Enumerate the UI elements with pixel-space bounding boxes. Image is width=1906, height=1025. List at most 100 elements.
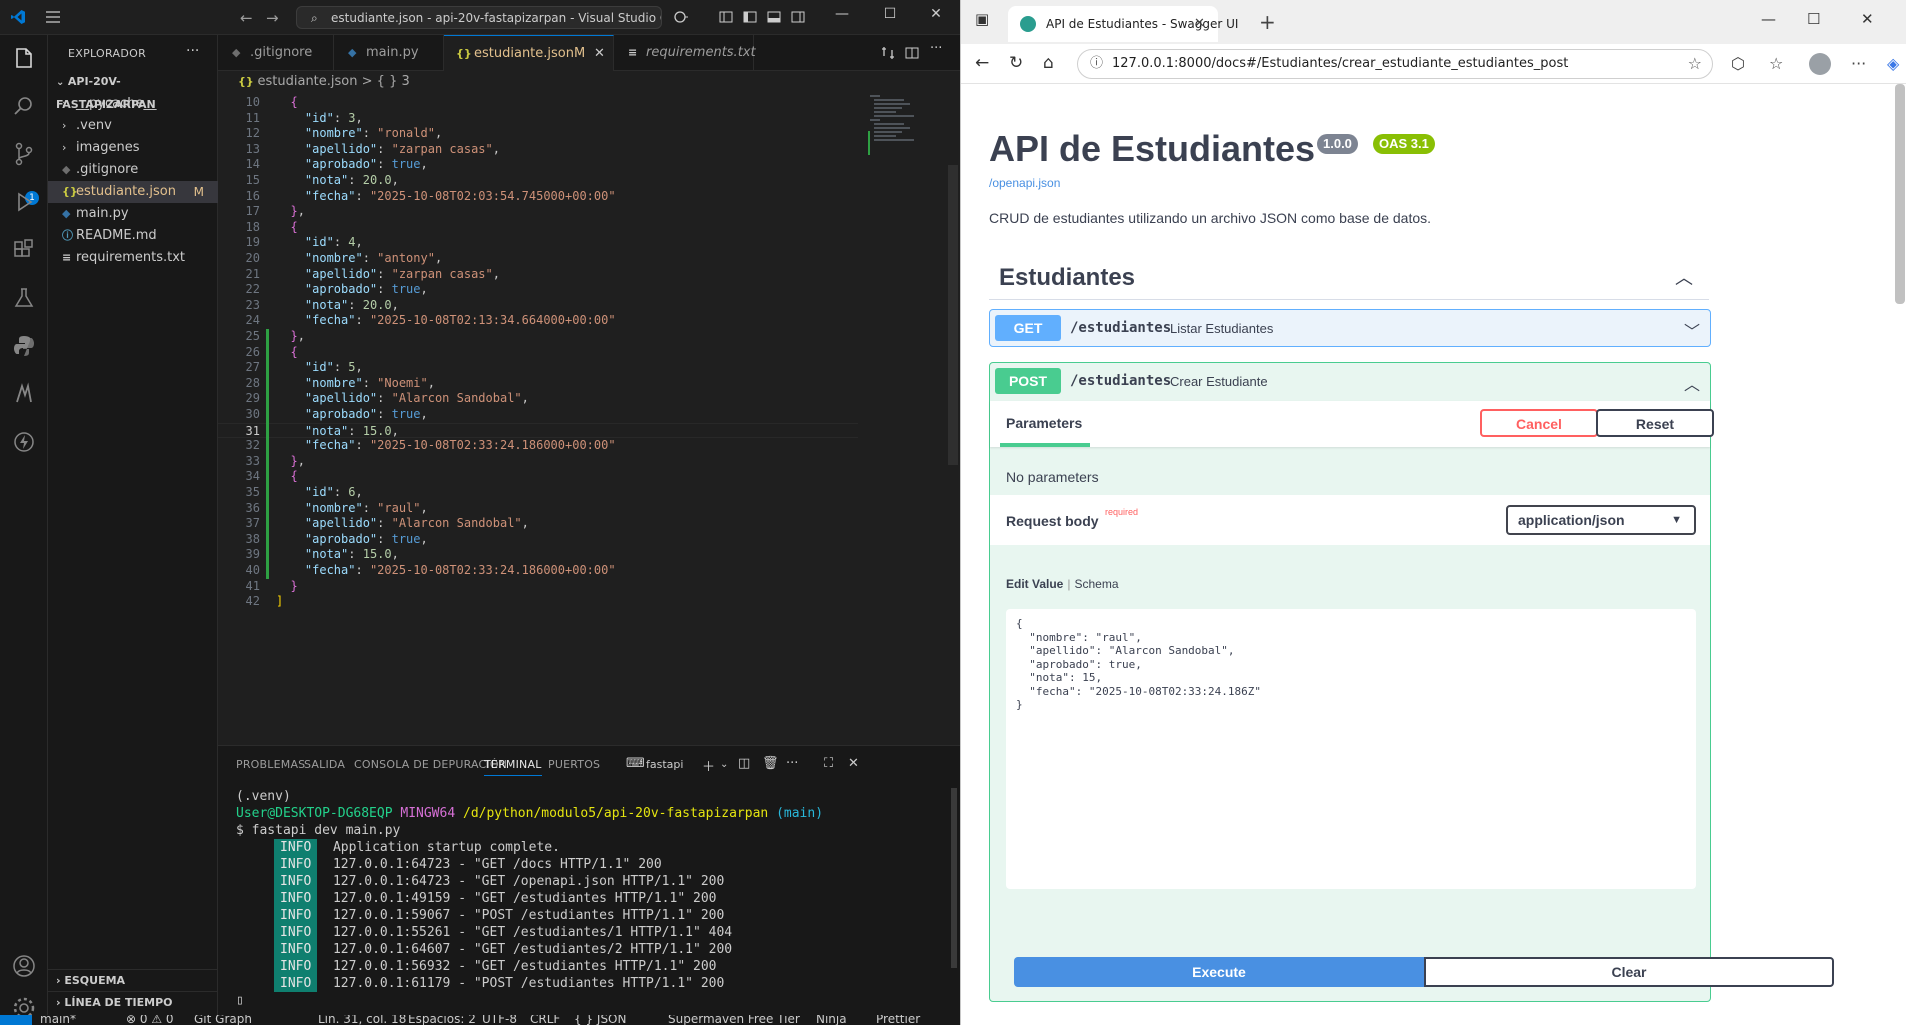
editor-scrollbar[interactable] <box>948 165 958 465</box>
clear-button[interactable]: Clear <box>1424 957 1834 987</box>
code-line[interactable]: 31 "nota": 15.0, <box>218 422 858 439</box>
command-center-search[interactable]: ⌕ estudiante.json - api-20v-fastapizarpa… <box>296 6 662 29</box>
tab-output[interactable]: SALIDA <box>304 758 345 771</box>
toggle-panel-icon[interactable] <box>766 9 782 25</box>
code-line[interactable]: 41 } <box>218 579 858 595</box>
status-prettier[interactable]: Prettier <box>876 1015 920 1025</box>
tab-actions-icon[interactable]: ▣ <box>975 10 989 28</box>
chevron-up-icon[interactable]: ︿ <box>1684 371 1700 395</box>
code-line[interactable]: 32 "fecha": "2025-10-08T02:33:24.186000+… <box>218 438 858 454</box>
search-icon[interactable] <box>11 93 37 119</box>
close-tab-icon[interactable]: ✕ <box>1194 6 1205 42</box>
toggle-sidebar-icon[interactable] <box>742 9 758 25</box>
code-line[interactable]: 21 "apellido": "zarpan casas", <box>218 267 858 283</box>
tag-section-estudiantes[interactable]: Estudiantes ︿ <box>989 254 1709 300</box>
home-icon[interactable]: ⌂ <box>1043 53 1054 73</box>
tab-main-py[interactable]: ◆ main.py <box>334 35 444 71</box>
tab-edit-value[interactable]: Edit Value <box>1006 577 1063 591</box>
code-line[interactable]: 24 "fecha": "2025-10-08T02:13:34.664000+… <box>218 313 858 329</box>
split-terminal-icon[interactable]: ◫ <box>738 756 750 771</box>
copilot-icon[interactable]: ◈ <box>1887 54 1899 73</box>
code-line[interactable]: 33 }, <box>218 454 858 470</box>
status-supermaven[interactable]: Supermaven Free Tier <box>668 1015 800 1025</box>
tree-item-pycache[interactable]: › __pycache__ <box>48 93 218 115</box>
code-line[interactable]: 12 "nombre": "ronald", <box>218 126 858 142</box>
close-tab-icon[interactable]: ✕ <box>594 36 605 72</box>
code-line[interactable]: 18 { <box>218 220 858 236</box>
code-line[interactable]: 26 { <box>218 345 858 361</box>
back-arrow-icon[interactable]: ← <box>975 53 989 73</box>
tab-terminal[interactable]: TERMINAL <box>484 758 542 776</box>
terminal-scrollbar[interactable] <box>951 788 957 968</box>
code-line[interactable]: 15 "nota": 20.0, <box>218 173 858 189</box>
maximize-icon[interactable]: ☐ <box>1807 10 1820 28</box>
method-badge-post[interactable]: POST <box>995 368 1061 394</box>
code-line[interactable]: 22 "aprobado": true, <box>218 282 858 298</box>
code-line[interactable]: 10 { <box>218 95 858 111</box>
copilot-icon[interactable] <box>672 9 688 25</box>
site-info-icon[interactable]: ⓘ <box>1090 50 1103 78</box>
code-line[interactable]: 11 "id": 3, <box>218 111 858 127</box>
tree-item-requirements[interactable]: ≡ requirements.txt <box>48 247 218 269</box>
minimap[interactable] <box>868 93 948 173</box>
operation-summary[interactable]: Crear Estudiante <box>1170 374 1268 389</box>
terminal-name[interactable]: fastapi <box>646 758 683 771</box>
code-line[interactable]: 34 { <box>218 469 858 485</box>
tree-item-main-py[interactable]: ◆ main.py <box>48 203 218 225</box>
code-editor[interactable]: 10 {11 "id": 3, 12 "nombre": "ronald", 13 … <box>218 93 960 745</box>
bookmark-star-icon[interactable]: ☆ <box>1688 50 1702 78</box>
cancel-button[interactable]: Cancel <box>1480 409 1598 437</box>
account-icon[interactable] <box>11 953 37 979</box>
close-panel-icon[interactable]: ✕ <box>848 756 859 771</box>
tab-ports[interactable]: PUERTOS <box>548 758 600 771</box>
close-icon[interactable]: ✕ <box>926 6 946 26</box>
code-line[interactable]: 39 "nota": 15.0, <box>218 547 858 563</box>
code-line[interactable]: 38 "aprobado": true, <box>218 532 858 548</box>
tree-item-readme[interactable]: ⓘ README.md <box>48 225 218 247</box>
code-line[interactable]: 13 "apellido": "zarpan casas", <box>218 142 858 158</box>
tab-requirements[interactable]: ≡ requirements.txt <box>614 35 756 71</box>
openapi-json-link[interactable]: /openapi.json <box>989 176 1060 190</box>
source-control-icon[interactable] <box>11 141 37 167</box>
toggle-secondary-sidebar-icon[interactable] <box>790 9 806 25</box>
request-body-editor[interactable]: { "nombre": "raul", "apellido": "Alarcon… <box>1006 609 1696 889</box>
operation-get-estudiantes[interactable]: GET /estudiantes Listar Estudiantes ﹀ <box>989 309 1711 347</box>
code-line[interactable]: 42] <box>218 594 858 610</box>
code-line[interactable]: 40 "fecha": "2025-10-08T02:33:24.186000+… <box>218 563 858 579</box>
tab-estudiante-json[interactable]: {} estudiante.json M ✕ <box>444 35 614 71</box>
tab-schema[interactable]: Schema <box>1074 577 1118 591</box>
extensions-icon[interactable]: ⬡ <box>1731 54 1745 73</box>
status-branch[interactable]: main* <box>40 1015 76 1025</box>
code-line[interactable]: 23 "nota": 20.0, <box>218 298 858 314</box>
status-language[interactable]: { } JSON <box>574 1015 626 1025</box>
compare-changes-icon[interactable] <box>880 45 896 61</box>
execute-button[interactable]: Execute <box>1014 957 1424 987</box>
extensions-icon[interactable] <box>11 237 37 263</box>
tree-item-venv[interactable]: › .venv <box>48 115 218 137</box>
maven-icon[interactable] <box>11 381 37 407</box>
reload-icon[interactable]: ↻ <box>1009 53 1023 73</box>
code-line[interactable]: 19 "id": 4, <box>218 235 858 251</box>
back-arrow-icon[interactable]: ← <box>240 9 253 27</box>
tree-item-estudiante-json[interactable]: {} estudiante.json M <box>48 181 218 203</box>
status-encoding[interactable]: UTF-8 <box>482 1015 517 1025</box>
timeline-section[interactable]: › LÍNEA DE TIEMPO <box>48 991 218 1013</box>
page-scrollbar[interactable] <box>1895 84 1905 304</box>
address-bar[interactable]: ⓘ 127.0.0.1:8000/docs#/Estudiantes/crear… <box>1077 49 1713 79</box>
close-icon[interactable]: ✕ <box>1861 10 1874 28</box>
project-root-folder[interactable]: ⌄ API-20V-FASTAPIZARPAN <box>48 71 218 111</box>
chevron-down-icon[interactable]: ⌄ <box>720 759 728 770</box>
maximize-panel-icon[interactable]: ⛶ <box>824 756 833 771</box>
tree-item-gitignore[interactable]: ◆ .gitignore <box>48 159 218 181</box>
code-line[interactable]: 35 "id": 6, <box>218 485 858 501</box>
status-eol[interactable]: CRLF <box>530 1015 560 1025</box>
split-editor-icon[interactable] <box>904 45 920 61</box>
parameters-tab[interactable]: Parameters <box>1006 415 1082 431</box>
code-line[interactable]: 27 "id": 5, <box>218 360 858 376</box>
operation-path[interactable]: /estudiantes <box>1070 373 1171 389</box>
code-line[interactable]: 36 "nombre": "raul", <box>218 501 858 517</box>
maximize-icon[interactable]: ☐ <box>880 6 900 26</box>
code-line[interactable]: 17 }, <box>218 204 858 220</box>
code-line[interactable]: 30 "aprobado": true, <box>218 407 858 423</box>
lightning-icon[interactable] <box>11 429 37 455</box>
